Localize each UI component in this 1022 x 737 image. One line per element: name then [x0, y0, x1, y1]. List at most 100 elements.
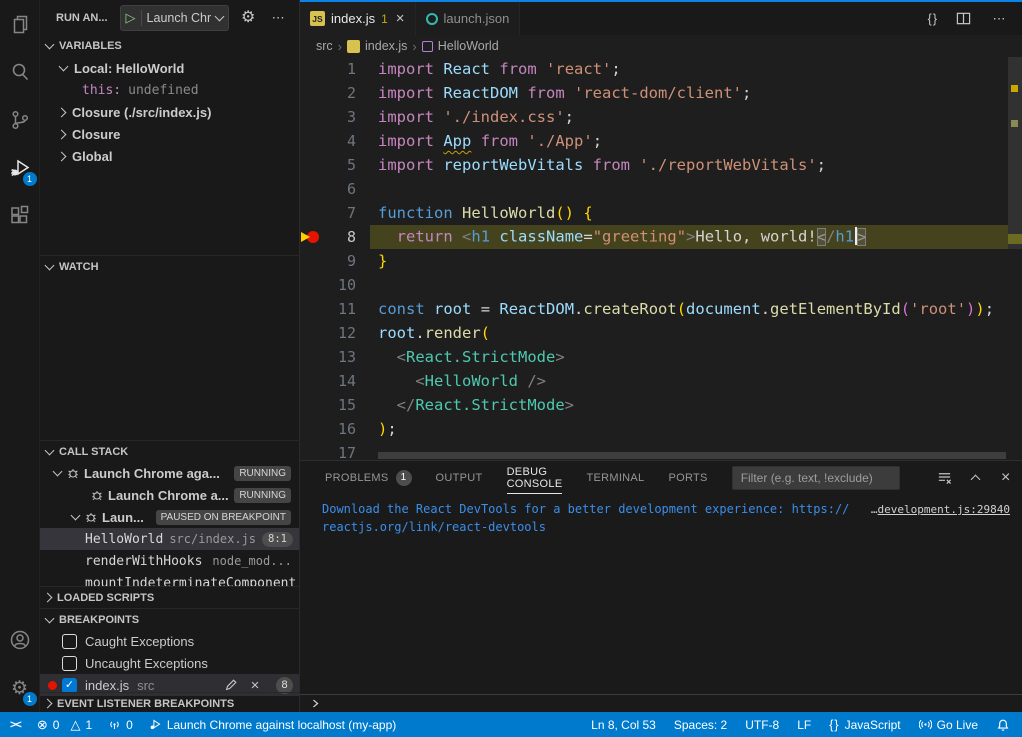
- call-stack-session[interactable]: Laun... PAUSED ON BREAKPOINT: [40, 506, 299, 528]
- close-icon[interactable]: ×: [396, 11, 405, 26]
- code-line-1[interactable]: 1import React from 'react';: [300, 57, 1022, 81]
- gutter-breakpoint-slot[interactable]: [300, 153, 322, 177]
- eol-status[interactable]: LF: [797, 718, 811, 732]
- maximize-panel-chevron-icon[interactable]: [970, 474, 980, 484]
- search-icon[interactable]: [0, 48, 40, 96]
- code-line-13[interactable]: 13 <React.StrictMode>: [300, 345, 1022, 369]
- start-debug-icon[interactable]: ▷: [126, 11, 136, 24]
- gutter-breakpoint-slot[interactable]: [300, 297, 322, 321]
- call-stack-session[interactable]: Launch Chrome a... RUNNING: [40, 484, 299, 506]
- cursor-position-status[interactable]: Ln 8, Col 53: [591, 718, 656, 732]
- remote-indicator-icon[interactable]: ><: [10, 719, 21, 731]
- debug-settings-gear-icon[interactable]: ⚙: [237, 7, 259, 29]
- code-line-10[interactable]: 10: [300, 273, 1022, 297]
- gutter-breakpoint-slot[interactable]: [300, 81, 322, 105]
- watch-header[interactable]: WATCH: [40, 255, 299, 277]
- code-line-15[interactable]: 15 </React.StrictMode>: [300, 393, 1022, 417]
- breadcrumb[interactable]: src › index.js › HelloWorld: [300, 35, 1022, 57]
- code-line-16[interactable]: 16);: [300, 417, 1022, 441]
- vertical-scrollbar[interactable]: [1008, 57, 1022, 460]
- code-line-6[interactable]: 6: [300, 177, 1022, 201]
- code-area[interactable]: 1import React from 'react';2import React…: [300, 57, 1022, 460]
- gutter-breakpoint-slot[interactable]: [300, 441, 322, 460]
- explorer-icon[interactable]: [0, 0, 40, 48]
- forwarded-ports-status[interactable]: 0: [108, 718, 133, 732]
- scope-global[interactable]: Global: [40, 145, 299, 167]
- curly-braces-icon[interactable]: {}: [928, 12, 938, 26]
- checkbox-checked[interactable]: ✓: [62, 678, 77, 693]
- settings-gear-icon[interactable]: ⚙ 1: [0, 664, 40, 712]
- line-number: 6: [322, 180, 356, 198]
- problems-status[interactable]: ⊗ 0 △ 1: [37, 717, 92, 733]
- gutter-breakpoint-slot[interactable]: [300, 345, 322, 369]
- breakpoints-header[interactable]: BREAKPOINTS: [40, 608, 299, 630]
- tab-index-js[interactable]: JS index.js 1 ×: [300, 2, 416, 35]
- code-line-14[interactable]: 14 <HelloWorld />: [300, 369, 1022, 393]
- horizontal-scrollbar[interactable]: [378, 452, 1006, 459]
- gutter-breakpoint-slot[interactable]: [300, 369, 322, 393]
- more-actions-icon[interactable]: ⋯: [988, 8, 1010, 30]
- gutter-breakpoint-slot[interactable]: [300, 177, 322, 201]
- code-line-9[interactable]: 9}: [300, 249, 1022, 273]
- debug-session-status[interactable]: Launch Chrome against localhost (my-app): [149, 718, 396, 732]
- gutter-breakpoint-slot[interactable]: [300, 105, 322, 129]
- event-listener-breakpoints-header[interactable]: EVENT LISTENER BREAKPOINTS: [40, 692, 299, 714]
- code-line-11[interactable]: 11const root = ReactDOM.createRoot(docum…: [300, 297, 1022, 321]
- gutter-breakpoint-slot[interactable]: [300, 201, 322, 225]
- stack-frame-selected[interactable]: HelloWorld src/index.js 8:1: [40, 528, 299, 550]
- tab-output[interactable]: OUTPUT: [436, 461, 483, 494]
- close-panel-icon[interactable]: ×: [995, 467, 1017, 489]
- go-live-status[interactable]: Go Live: [919, 718, 978, 732]
- accounts-icon[interactable]: [0, 616, 40, 664]
- scope-local[interactable]: Local: HelloWorld: [40, 57, 299, 79]
- tab-problems[interactable]: PROBLEMS 1: [325, 461, 412, 494]
- gutter-breakpoint-slot[interactable]: [300, 273, 322, 297]
- variable-this[interactable]: this: undefined: [40, 79, 299, 101]
- language-mode-status[interactable]: {} JavaScript: [829, 718, 900, 732]
- launch-config-dropdown[interactable]: ▷ Launch Chr: [120, 5, 230, 31]
- tab-ports[interactable]: PORTS: [668, 461, 707, 494]
- breakpoints-section: BREAKPOINTS Caught Exceptions Uncaught E…: [40, 608, 299, 692]
- scope-closure-src[interactable]: Closure (./src/index.js): [40, 101, 299, 123]
- code-line-3[interactable]: 3import './index.css';: [300, 105, 1022, 129]
- indentation-status[interactable]: Spaces: 2: [674, 718, 727, 732]
- checkbox-unchecked[interactable]: [62, 656, 77, 671]
- checkbox-unchecked[interactable]: [62, 634, 77, 649]
- run-and-debug-icon[interactable]: 1: [0, 144, 40, 192]
- breakpoint-uncaught-exceptions[interactable]: Uncaught Exceptions: [40, 652, 299, 674]
- stack-frame[interactable]: renderWithHooks node_mod...: [40, 550, 299, 572]
- gutter-breakpoint-slot[interactable]: [300, 57, 322, 81]
- encoding-status[interactable]: UTF-8: [745, 718, 779, 732]
- paused-breakpoint-icon[interactable]: [300, 225, 322, 249]
- loaded-scripts-header[interactable]: LOADED SCRIPTS: [40, 586, 299, 608]
- gutter-breakpoint-slot[interactable]: [300, 417, 322, 441]
- gutter-breakpoint-slot[interactable]: [300, 129, 322, 153]
- gutter-breakpoint-slot[interactable]: [300, 321, 322, 345]
- code-line-5[interactable]: 5import reportWebVitals from './reportWe…: [300, 153, 1022, 177]
- variables-header[interactable]: VARIABLES: [40, 35, 299, 57]
- stack-frame-clipped[interactable]: mountIndeterminateComponent: [40, 572, 299, 586]
- console-source-link[interactable]: …development.js:29840: [871, 503, 1010, 516]
- notifications-bell-icon[interactable]: [996, 718, 1010, 732]
- tab-terminal[interactable]: TERMINAL: [586, 461, 644, 494]
- call-stack-session[interactable]: Launch Chrome aga... RUNNING: [40, 462, 299, 484]
- breakpoint-caught-exceptions[interactable]: Caught Exceptions: [40, 630, 299, 652]
- console-filter-input[interactable]: [732, 466, 900, 490]
- code-line-8[interactable]: 8 return <h1 className="greeting">Hello,…: [300, 225, 1022, 249]
- code-line-12[interactable]: 12root.render(: [300, 321, 1022, 345]
- more-actions-icon[interactable]: ⋯: [267, 7, 289, 29]
- source-control-icon[interactable]: [0, 96, 40, 144]
- code-line-2[interactable]: 2import ReactDOM from 'react-dom/client'…: [300, 81, 1022, 105]
- extensions-icon[interactable]: [0, 192, 40, 240]
- code-line-4[interactable]: 4import App from './App';: [300, 129, 1022, 153]
- code-line-7[interactable]: 7function HelloWorld() {: [300, 201, 1022, 225]
- gutter-breakpoint-slot[interactable]: [300, 249, 322, 273]
- scope-closure[interactable]: Closure: [40, 123, 299, 145]
- tab-debug-console[interactable]: DEBUG CONSOLE: [507, 461, 563, 494]
- call-stack-header[interactable]: CALL STACK: [40, 440, 299, 462]
- tab-launch-json[interactable]: launch.json: [416, 2, 521, 35]
- debug-console-input[interactable]: [300, 694, 1022, 712]
- gutter-breakpoint-slot[interactable]: [300, 393, 322, 417]
- clear-console-icon[interactable]: [934, 467, 956, 489]
- split-editor-icon[interactable]: [952, 8, 974, 30]
